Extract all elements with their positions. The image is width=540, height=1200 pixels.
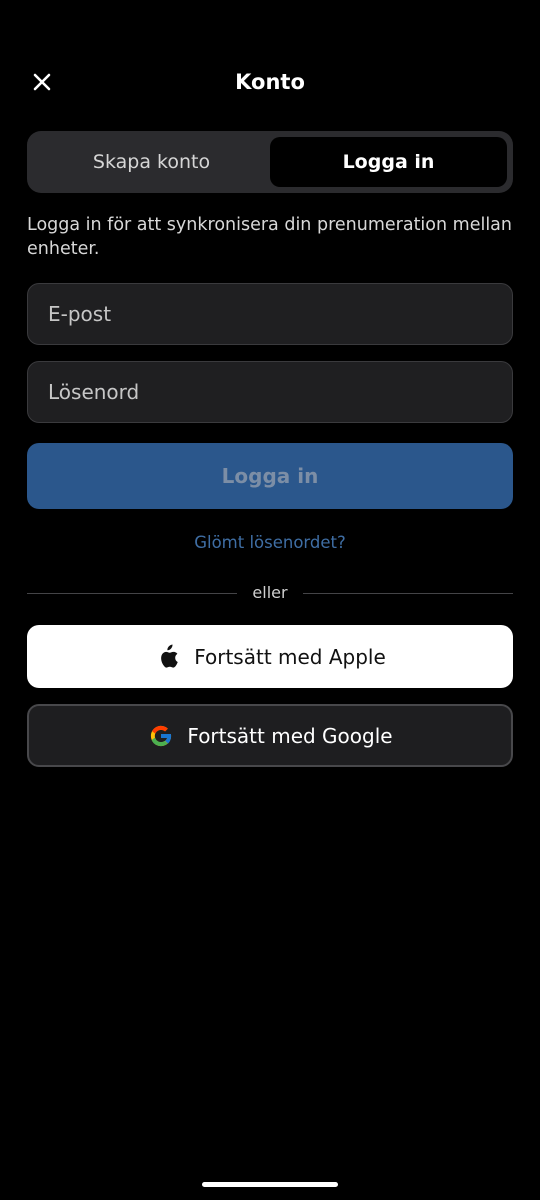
password-field-container xyxy=(27,361,513,423)
divider-line-right xyxy=(303,593,513,594)
email-field[interactable] xyxy=(46,301,490,327)
continue-with-apple-button[interactable]: Fortsätt med Apple xyxy=(27,625,513,688)
continue-with-google-button[interactable]: Fortsätt med Google xyxy=(27,704,513,767)
login-button[interactable]: Logga in xyxy=(27,443,513,509)
or-divider: eller xyxy=(27,582,513,604)
tab-login[interactable]: Logga in xyxy=(270,137,507,187)
page-title: Konto xyxy=(235,70,305,94)
google-icon xyxy=(147,722,175,750)
apple-button-label: Fortsätt med Apple xyxy=(194,644,386,669)
google-button-label: Fortsätt med Google xyxy=(187,723,393,748)
tab-create-account[interactable]: Skapa konto xyxy=(33,137,270,187)
account-mode-segmented-control: Skapa konto Logga in xyxy=(27,131,513,193)
forgot-password-link[interactable]: Glömt lösenordet? xyxy=(0,533,540,552)
header: Konto xyxy=(0,56,540,112)
email-field-container xyxy=(27,283,513,345)
login-description: Logga in för att synkronisera din prenum… xyxy=(27,215,513,259)
password-field[interactable] xyxy=(46,379,490,405)
home-indicator[interactable] xyxy=(202,1182,338,1187)
apple-icon xyxy=(154,643,182,671)
